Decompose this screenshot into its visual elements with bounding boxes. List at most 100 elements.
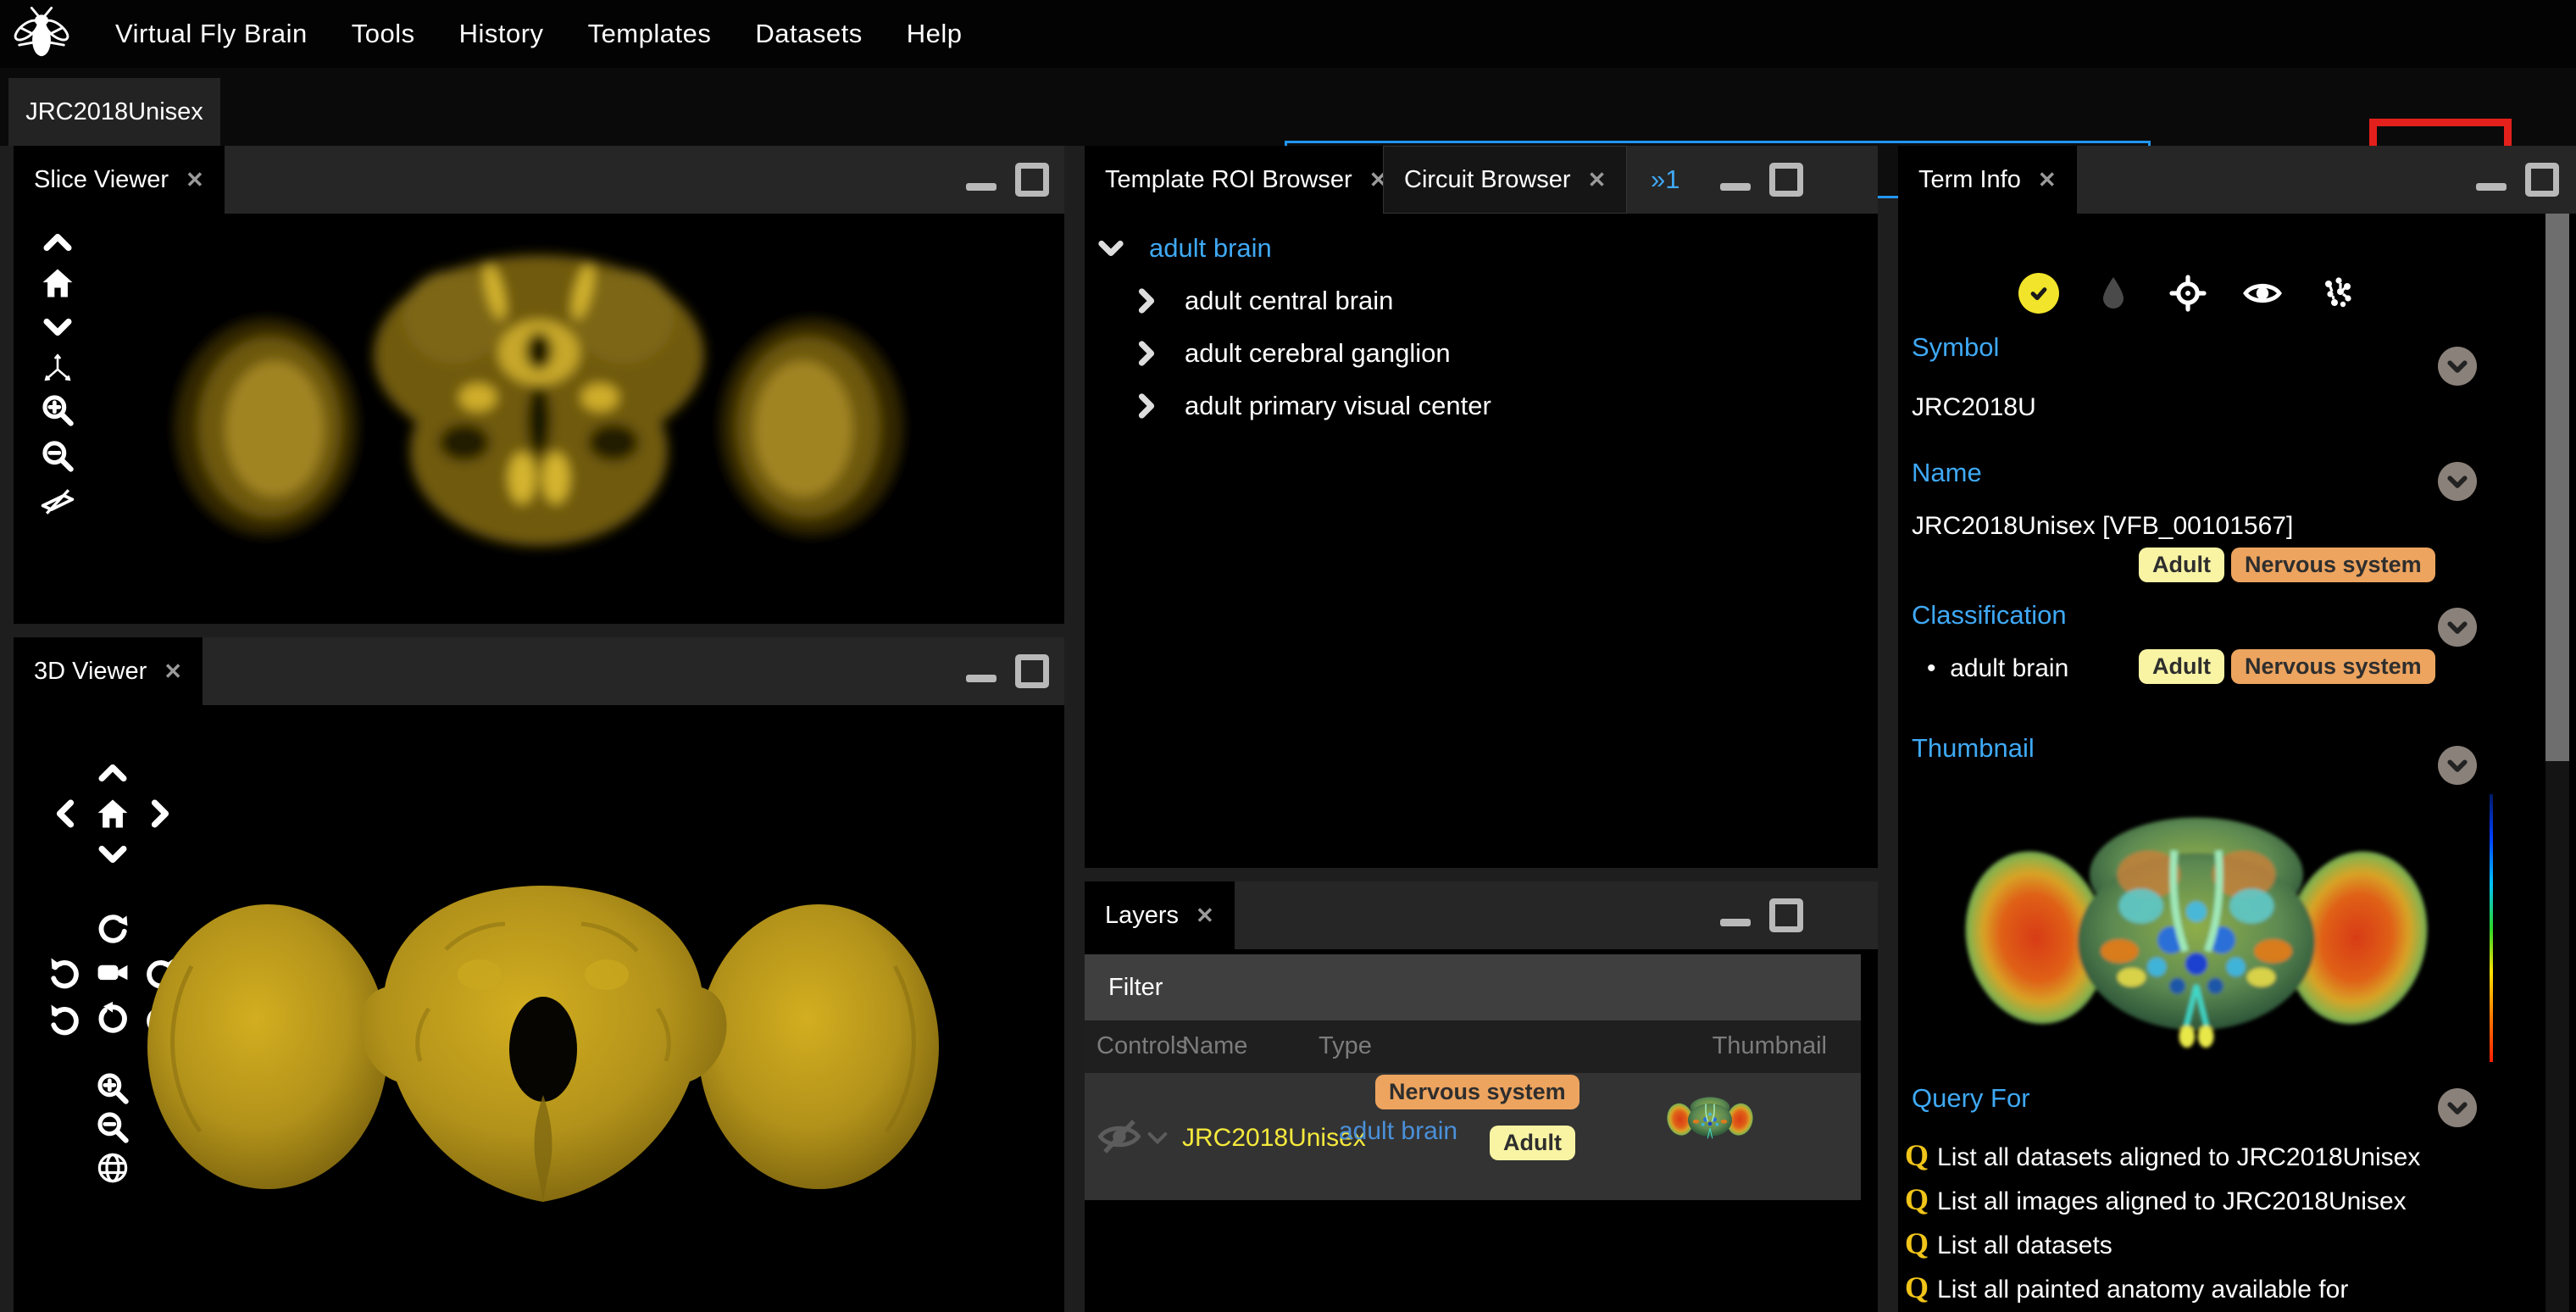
- undo-icon[interactable]: [47, 953, 84, 991]
- slice-viewer-canvas[interactable]: [166, 224, 912, 597]
- tree-node-adult-brain[interactable]: adult brain: [1095, 227, 1272, 270]
- slice-viewer-tab[interactable]: Slice Viewer ✕: [14, 146, 225, 214]
- menu-datasets[interactable]: Datasets: [755, 19, 862, 49]
- section-collapse-icon[interactable]: [2438, 746, 2477, 785]
- tab-label: Template ROI Browser: [1105, 166, 1352, 194]
- minimize-icon[interactable]: [1720, 919, 1751, 926]
- chevron-down-icon[interactable]: [1144, 1124, 1171, 1151]
- layer-row-jrc2018unisex[interactable]: JRC2018Unisex adult brain Nervous system…: [1085, 1073, 1861, 1200]
- layers-filter-input[interactable]: Filter: [1085, 954, 1861, 1020]
- minimize-icon[interactable]: [966, 183, 997, 191]
- tree-node-adult-cerebral-ganglion[interactable]: adult cerebral ganglion: [1130, 332, 1451, 375]
- rotate-ccw-icon[interactable]: [94, 1000, 131, 1037]
- minimize-icon[interactable]: [2476, 183, 2507, 191]
- menu-history[interactable]: History: [459, 19, 544, 49]
- droplet-icon[interactable]: [2093, 273, 2134, 314]
- main-menu: Virtual Fly Brain Tools History Template…: [115, 19, 962, 49]
- slice-plane-icon[interactable]: [39, 483, 76, 520]
- menu-templates[interactable]: Templates: [588, 19, 712, 49]
- zoom-in-icon[interactable]: [94, 1070, 131, 1107]
- globe-icon[interactable]: [94, 1149, 131, 1187]
- maximize-icon[interactable]: [1769, 163, 1803, 197]
- filter-placeholder: Filter: [1108, 974, 1163, 1002]
- slice-up-icon[interactable]: [39, 224, 76, 261]
- fly-logo-icon[interactable]: [12, 4, 71, 64]
- thumbnail-colorbar: [2490, 794, 2493, 1062]
- pan-up-icon[interactable]: [94, 754, 131, 792]
- maximize-icon[interactable]: [1015, 163, 1049, 197]
- minimize-icon[interactable]: [966, 675, 997, 682]
- close-icon[interactable]: ✕: [1196, 903, 1214, 929]
- camera-icon[interactable]: [94, 953, 131, 991]
- scrollbar-thumb[interactable]: [2545, 214, 2569, 761]
- query-link[interactable]: QList all painted anatomy available for …: [1905, 1266, 2447, 1312]
- query-link[interactable]: QList all datasets: [1905, 1222, 2464, 1267]
- crosshair-icon[interactable]: [2168, 273, 2208, 314]
- brain-network-icon[interactable]: [2317, 273, 2357, 314]
- home-icon[interactable]: [39, 264, 76, 302]
- tree-node-adult-primary-visual-center[interactable]: adult primary visual center: [1130, 385, 1491, 427]
- term-thumbnail-image: [1955, 799, 2438, 1060]
- tab-overflow-badge[interactable]: »1: [1651, 164, 1679, 195]
- window-buttons: [1720, 881, 1803, 949]
- minimize-icon[interactable]: [1720, 183, 1751, 191]
- roi-browser-panel: Template ROI Browser ✕ Circuit Browser ✕…: [1085, 146, 1878, 868]
- tab-circuit-browser[interactable]: Circuit Browser ✕: [1383, 146, 1627, 214]
- term-info-content: Symbol JRC2018U Name JRC2018Unisex [VFB_…: [1898, 214, 2576, 1312]
- window-tab-jrc2018unisex[interactable]: JRC2018Unisex: [8, 78, 220, 146]
- axes-icon[interactable]: [39, 349, 76, 386]
- 3d-viewer-canvas[interactable]: [141, 873, 946, 1237]
- check-circle-icon[interactable]: [2018, 273, 2059, 314]
- close-icon[interactable]: ✕: [164, 659, 182, 685]
- 3d-viewer-tab[interactable]: 3D Viewer ✕: [14, 637, 203, 705]
- maximize-icon[interactable]: [1015, 654, 1049, 688]
- section-collapse-icon[interactable]: [2438, 608, 2477, 647]
- query-link[interactable]: QList all datasets aligned to JRC2018Uni…: [1905, 1134, 2464, 1179]
- section-collapse-icon[interactable]: [2438, 462, 2477, 501]
- chevron-right-icon[interactable]: [1130, 390, 1163, 422]
- section-collapse-icon[interactable]: [2438, 347, 2477, 386]
- query-link[interactable]: QList all images aligned to JRC2018Unise…: [1905, 1178, 2464, 1223]
- close-icon[interactable]: ✕: [1588, 167, 1607, 193]
- term-info-tab[interactable]: Term Info ✕: [1898, 146, 2077, 214]
- pan-down-icon[interactable]: [94, 836, 131, 873]
- layers-tab[interactable]: Layers ✕: [1085, 881, 1235, 949]
- pan-left-icon[interactable]: [47, 795, 84, 832]
- rotate-icon[interactable]: [94, 911, 131, 948]
- slice-viewer-panel: Slice Viewer ✕: [14, 146, 1064, 624]
- slice-down-icon[interactable]: [39, 309, 76, 346]
- section-collapse-icon[interactable]: [2438, 1088, 2477, 1127]
- roll-left-icon[interactable]: [47, 1000, 84, 1037]
- menu-virtual-fly-brain[interactable]: Virtual Fly Brain: [115, 19, 308, 49]
- classification-link[interactable]: adult brain: [1950, 654, 2068, 682]
- tag-nervous-system: Nervous system: [1375, 1075, 1579, 1109]
- tree-node-adult-central-brain[interactable]: adult central brain: [1130, 280, 1393, 322]
- pan-right-icon[interactable]: [142, 795, 179, 832]
- eye-icon[interactable]: [2242, 273, 2283, 314]
- home-icon[interactable]: [94, 795, 131, 832]
- chevron-right-icon[interactable]: [1130, 337, 1163, 370]
- classification-tags: Adult Nervous system: [2139, 649, 2435, 684]
- term-actions: [2018, 273, 2357, 314]
- chevron-right-icon[interactable]: [1130, 285, 1163, 317]
- maximize-icon[interactable]: [1769, 898, 1803, 932]
- visibility-off-icon[interactable]: [1096, 1114, 1142, 1159]
- top-navbar: Virtual Fly Brain Tools History Template…: [0, 0, 2576, 68]
- zoom-out-icon[interactable]: [94, 1109, 131, 1146]
- zoom-in-icon[interactable]: [39, 392, 76, 429]
- layer-thumbnail[interactable]: [1666, 1093, 1754, 1142]
- close-icon[interactable]: ✕: [186, 167, 204, 193]
- 3d-viewer-panel: 3D Viewer ✕: [14, 637, 1064, 1312]
- maximize-icon[interactable]: [2525, 163, 2559, 197]
- menu-help[interactable]: Help: [907, 19, 963, 49]
- chevron-down-icon[interactable]: [1095, 232, 1127, 264]
- zoom-out-icon[interactable]: [39, 437, 76, 475]
- close-icon[interactable]: ✕: [2038, 167, 2057, 193]
- tree-node-label: adult primary visual center: [1185, 391, 1491, 421]
- layer-type[interactable]: adult brain: [1339, 1117, 1457, 1146]
- menu-tools[interactable]: Tools: [352, 19, 415, 49]
- tag-adult: Adult: [2139, 649, 2224, 684]
- tab-template-roi-browser[interactable]: Template ROI Browser ✕: [1085, 146, 1408, 214]
- query-q-icon: Q: [1905, 1226, 1937, 1260]
- classification-item[interactable]: • adult brain: [1927, 654, 2068, 683]
